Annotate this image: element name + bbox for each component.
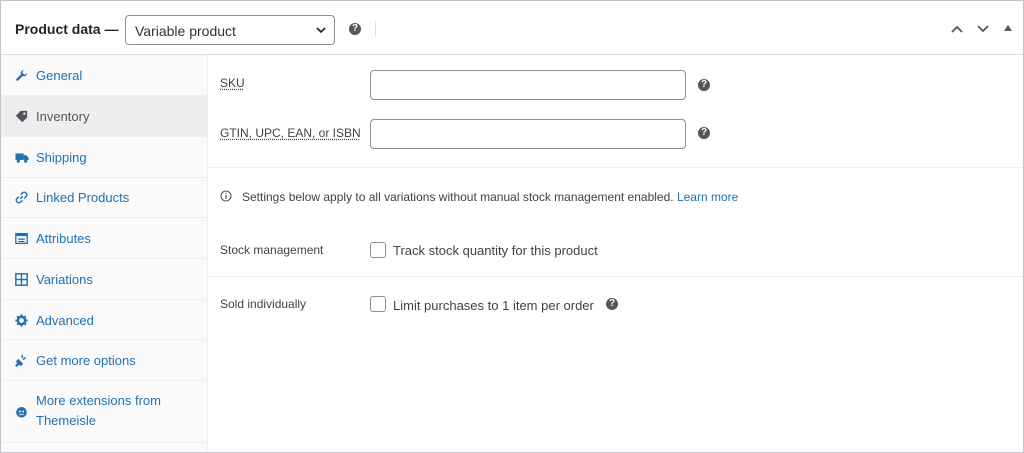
tag-icon [15,110,28,123]
tab-more-extensions[interactable]: More extensions from Themeisle [1,381,207,443]
stock-management-checkbox[interactable] [370,242,386,258]
move-up-icon[interactable] [949,21,965,37]
list-icon [15,232,28,245]
panel-header: Product data — Variable product ? [1,1,1023,55]
move-down-icon[interactable] [975,21,991,37]
question-circle-icon[interactable]: ? [698,127,710,139]
tab-label: Linked Products [36,190,130,205]
product-type-select[interactable]: Variable product [125,15,335,45]
tab-label: Attributes [36,231,91,246]
themeisle-icon [16,407,27,418]
panel-title: Product data — [15,21,119,37]
tab-variations[interactable]: Variations [1,259,207,300]
tab-general[interactable]: General [1,55,207,96]
sold-individually-checkbox[interactable] [370,296,386,312]
grid-icon [15,273,28,286]
tab-shipping[interactable]: Shipping [1,137,207,178]
chevron-down-icon [316,27,326,34]
sku-label: SKU [220,76,245,90]
wrench-icon [16,69,28,81]
product-data-tabs: General Inventory Shipping Linked Produc… [1,55,208,452]
sku-input[interactable] [370,70,686,100]
tab-label: Shipping [36,150,87,165]
info-icon [220,190,232,202]
truck-icon [15,153,29,163]
tab-linked-products[interactable]: Linked Products [1,178,207,218]
collapse-toggle-icon[interactable] [1003,23,1013,33]
gtin-label: GTIN, UPC, EAN, or ISBN [220,126,361,140]
question-circle-icon[interactable]: ? [698,79,710,91]
tab-label: Variations [36,272,93,287]
tab-inventory[interactable]: Inventory [1,96,207,137]
stock-management-checkbox-label[interactable]: Track stock quantity for this product [393,243,598,258]
tab-label: Get more options [36,353,136,368]
section-divider [208,276,1023,277]
tab-attributes[interactable]: Attributes [1,218,207,259]
stock-notice-text: Settings below apply to all variations w… [242,190,674,204]
tab-label: More extensions from Themeisle [36,393,161,428]
plugin-icon [15,354,27,367]
tab-get-more-options[interactable]: Get more options [1,340,207,381]
header-divider [375,21,376,37]
gear-icon [15,314,28,327]
gtin-input[interactable] [370,119,686,149]
sold-individually-label: Sold individually [220,297,307,311]
tab-label: General [36,68,83,83]
product-type-value: Variable product [135,23,236,39]
tab-label: Advanced [36,313,94,328]
product-data-panel: Product data — Variable product ? Genera… [0,0,1024,453]
question-circle-icon[interactable]: ? [606,298,618,310]
stock-management-label: Stock management [220,243,324,257]
tab-advanced[interactable]: Advanced [1,300,207,340]
stock-notice: Settings below apply to all variations w… [242,190,738,204]
link-icon [15,191,28,204]
tab-label: Inventory [36,109,90,124]
question-circle-icon[interactable]: ? [349,23,361,35]
learn-more-link[interactable]: Learn more [677,190,738,204]
section-divider [208,167,1023,168]
sold-individually-checkbox-label[interactable]: Limit purchases to 1 item per order [393,298,594,313]
